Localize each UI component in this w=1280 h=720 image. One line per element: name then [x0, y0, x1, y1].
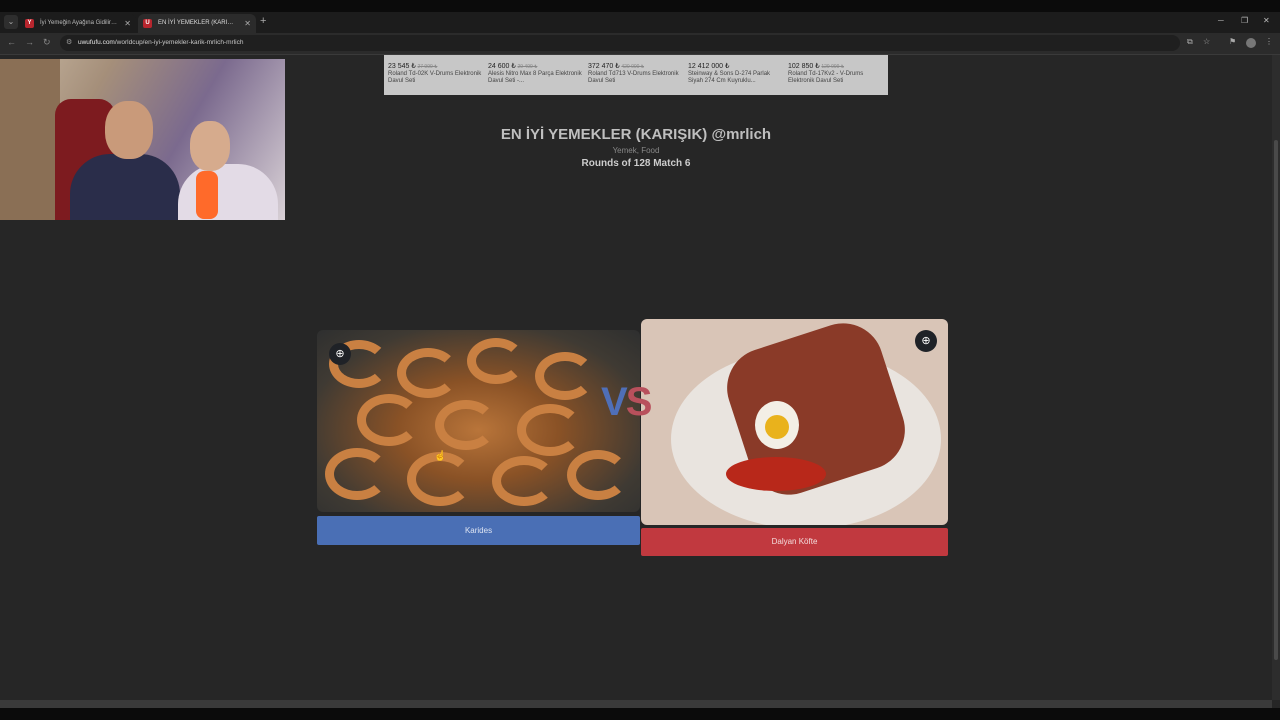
webcam-person-left — [70, 154, 180, 220]
ad-name: Alesis Nitro Max 8 Parça Elektronik Davu… — [488, 71, 582, 84]
ad-price: 102 850 ₺ — [788, 63, 820, 70]
close-window-icon[interactable]: ✕ — [1263, 16, 1270, 25]
profile-avatar-icon[interactable] — [1246, 38, 1256, 48]
ad-price: 12 412 000 ₺ — [688, 63, 730, 70]
bookmark-star-icon[interactable]: ☆ — [1203, 37, 1210, 46]
webcam-shelf — [0, 59, 60, 220]
vs-s: S — [625, 380, 653, 424]
url-field[interactable]: ⚙ uwufufu.com/worldcup/en-iyi-yemekler-k… — [60, 35, 1180, 51]
ad-price: 372 470 ₺ — [588, 63, 620, 70]
zoom-in-icon[interactable]: ⊕ — [915, 330, 937, 352]
restore-icon[interactable]: ❐ — [1241, 16, 1248, 25]
shrimp-shape — [397, 348, 459, 398]
ad-item[interactable]: 23 545 ₺ 27 999 ₺ Roland Td-02K V-Drums … — [388, 63, 484, 85]
webcam-overlay — [0, 59, 285, 220]
mouse-cursor-icon: ☝ — [434, 451, 447, 462]
tab-search-icon[interactable]: ⌄ — [4, 15, 18, 29]
vs-v: V — [601, 380, 628, 424]
ad-old-price: 27 999 ₺ — [417, 64, 438, 70]
shrimp-shape — [435, 400, 497, 450]
ad-name: Roland Td-17Kv2 - V-Drums Elektronik Dav… — [788, 71, 864, 84]
ad-name: Roland Td713 V-Drums Elektronik Davul Se… — [588, 71, 679, 84]
shrimp-shape — [567, 450, 629, 500]
shrimp-shape — [325, 448, 389, 500]
os-bottom-bar — [0, 708, 1280, 720]
ad-item[interactable]: 372 470 ₺ 420 000 ₺ Roland Td713 V-Drums… — [588, 63, 684, 85]
webcam-lamp — [196, 171, 218, 219]
tab-iyi-yemegin[interactable]: Y İyi Yemeğin Ayağına Gidilir #8 | ✕ — [20, 14, 136, 33]
kebab-menu-icon[interactable]: ⋮ — [1265, 37, 1273, 46]
translate-icon[interactable]: ⧉ — [1187, 37, 1193, 47]
shrimp-shape — [492, 456, 556, 506]
webcam-head-left — [105, 101, 153, 159]
url-path: /worldcup/en-iyi-yemekler-karik-mrlich-m… — [114, 39, 244, 46]
site-info-icon[interactable]: ⚙ — [66, 35, 72, 51]
extensions-icon[interactable]: ⚑ — [1229, 37, 1236, 46]
tab-label: İyi Yemeğin Ayağına Gidilir #8 | — [40, 20, 118, 26]
ad-old-price: 129 999 ₺ — [821, 64, 845, 70]
new-tab-icon[interactable]: + — [260, 15, 266, 27]
ad-name: Roland Td-02K V-Drums Elektronik Davul S… — [388, 71, 482, 84]
minimize-icon[interactable]: ─ — [1218, 16, 1224, 25]
category-label: Yemek, Food — [612, 146, 660, 155]
zoom-in-icon[interactable]: ⊕ — [329, 343, 351, 365]
sauce-shape — [726, 457, 826, 491]
close-tab-icon[interactable]: ✕ — [244, 14, 251, 33]
webcam-person-right — [178, 164, 278, 220]
ad-name: Steinway & Sons D-274 Parlak Siyah 274 C… — [688, 71, 771, 84]
ad-item[interactable]: 12 412 000 ₺ Steinway & Sons D-274 Parla… — [688, 63, 784, 85]
ad-price: 23 545 ₺ — [388, 63, 416, 70]
yolk-shape — [765, 415, 789, 439]
scrollbar-thumb[interactable] — [1274, 140, 1278, 660]
shrimp-shape — [357, 394, 421, 446]
forward-icon[interactable]: → — [25, 37, 34, 47]
ad-old-price: 420 000 ₺ — [621, 64, 645, 70]
choice-button-right[interactable]: Dalyan Köfte — [641, 528, 948, 556]
ad-item[interactable]: 24 600 ₺ 29 499 ₺ Alesis Nitro Max 8 Par… — [488, 63, 584, 85]
tab-en-iyi-yemekler[interactable]: U EN İYİ YEMEKLER (KARIŞIK) @m ✕ — [138, 14, 256, 33]
ad-price: 24 600 ₺ — [488, 63, 516, 70]
shrimp-shape — [467, 338, 525, 384]
round-label: Rounds of 128 Match 6 — [581, 158, 691, 169]
choice-button-left[interactable]: Karides — [317, 516, 640, 545]
page-title: EN İYİ YEMEKLER (KARIŞIK) @mrlich — [500, 126, 772, 143]
youtube-favicon-icon: Y — [25, 19, 34, 28]
ad-banner[interactable]: 23 545 ₺ 27 999 ₺ Roland Td-02K V-Drums … — [384, 55, 888, 95]
webcam-head-right — [190, 121, 230, 171]
choice-image-karides[interactable]: ⊕ — [317, 330, 640, 512]
os-top-bar — [0, 0, 1280, 12]
shrimp-shape — [517, 404, 583, 456]
uwufufu-favicon-icon: U — [143, 19, 152, 28]
tab-strip: ⌄ Y İyi Yemeğin Ayağına Gidilir #8 | ✕ U… — [0, 12, 1280, 33]
close-tab-icon[interactable]: ✕ — [124, 14, 131, 33]
vs-label: VS — [601, 380, 653, 425]
ad-old-price: 29 499 ₺ — [517, 64, 538, 70]
ad-item[interactable]: 102 850 ₺ 129 999 ₺ Roland Td-17Kv2 - V-… — [788, 63, 884, 85]
reload-icon[interactable]: ↻ — [43, 37, 51, 48]
horizontal-scrollbar[interactable] — [0, 700, 1272, 708]
tab-label: EN İYİ YEMEKLER (KARIŞIK) @m — [158, 20, 236, 26]
shrimp-shape — [535, 352, 595, 400]
url-host: uwufufu.com — [78, 39, 115, 46]
address-bar-row: ← → ↻ ⚙ uwufufu.com/worldcup/en-iyi-yeme… — [0, 33, 1280, 55]
choice-image-dalyan-kofte[interactable]: ⊕ — [641, 319, 948, 525]
back-icon[interactable]: ← — [7, 37, 16, 47]
